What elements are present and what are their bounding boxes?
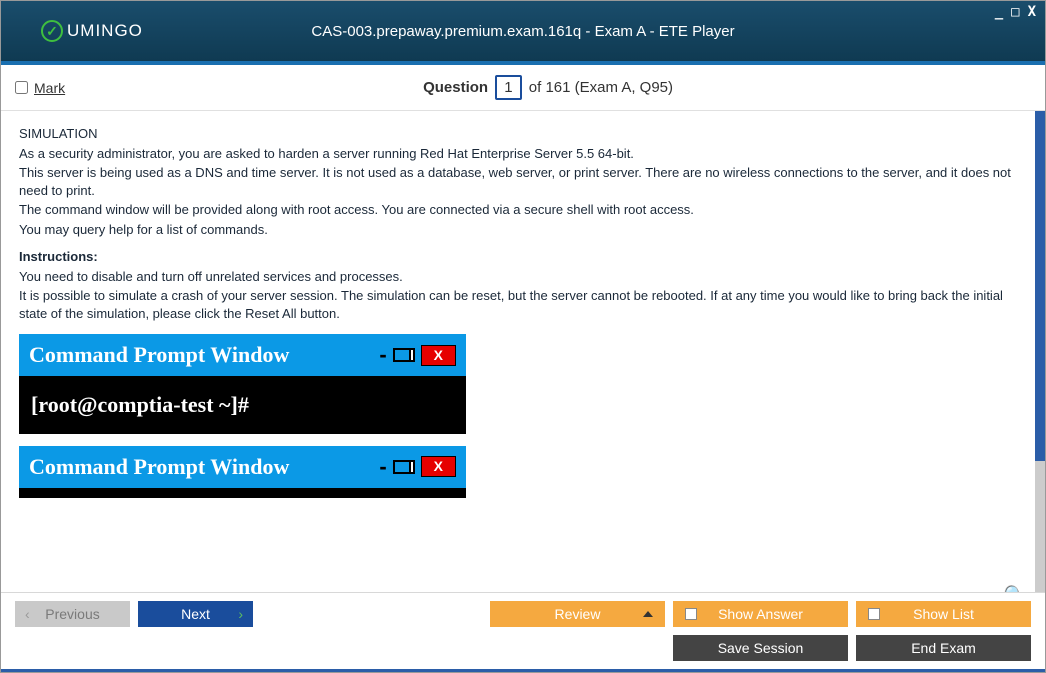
bottom-border <box>1 669 1045 672</box>
button-row-2: Save Session End Exam <box>15 635 1031 661</box>
logo-check-icon: ✓ <box>41 20 63 42</box>
cmd-terminal-body[interactable] <box>19 488 466 498</box>
window-controls: _ □ X <box>992 4 1039 20</box>
cmd-window-title: Command Prompt Window <box>29 452 379 482</box>
review-label: Review <box>555 606 601 622</box>
app-logo: ✓ UMINGO <box>41 20 143 42</box>
cmd-titlebar: Command Prompt Window - X <box>19 446 466 488</box>
previous-button[interactable]: ‹Previous <box>15 601 130 627</box>
maximize-icon[interactable]: □ <box>1008 4 1022 20</box>
button-row-1: ‹Previous Next› Review Show Answer Show … <box>15 601 1031 627</box>
mark-label[interactable]: Mark <box>34 80 65 96</box>
scrollbar-thumb[interactable] <box>1035 111 1045 461</box>
cmd-close-button[interactable]: X <box>421 345 456 366</box>
instructions-label: Instructions: <box>19 248 1017 266</box>
question-label: Question <box>423 79 488 96</box>
app-window: ✓ UMINGO CAS-003.prepaway.premium.exam.1… <box>0 0 1046 673</box>
cmd-minimize-icon[interactable]: - <box>379 340 386 370</box>
scenario-line: As a security administrator, you are ask… <box>19 145 1017 163</box>
question-indicator: Question 1 of 161 (Exam A, Q95) <box>65 75 1031 100</box>
cmd-titlebar: Command Prompt Window - X <box>19 334 466 376</box>
instructions-paragraph: You need to disable and turn off unrelat… <box>19 268 1017 323</box>
cmd-window-title: Command Prompt Window <box>29 340 379 370</box>
zoom-tools: 🔍 🔍+ 🔍- <box>1003 583 1027 592</box>
cmd-minimize-icon[interactable]: - <box>379 452 386 482</box>
content-wrapper: SIMULATION As a security administrator, … <box>1 111 1045 592</box>
next-label: Next <box>181 606 210 622</box>
search-icon[interactable]: 🔍 <box>1003 583 1027 592</box>
question-header: Mark Question 1 of 161 (Exam A, Q95) <box>1 65 1045 111</box>
checkbox-icon <box>868 608 880 620</box>
show-answer-label: Show Answer <box>718 606 803 622</box>
window-title: CAS-003.prepaway.premium.exam.161q - Exa… <box>311 23 734 40</box>
instructions-line: You need to disable and turn off unrelat… <box>19 268 1017 286</box>
cmd-close-button[interactable]: X <box>421 456 456 477</box>
logo-text: UMINGO <box>67 21 143 41</box>
previous-label: Previous <box>45 606 99 622</box>
minimize-icon[interactable]: _ <box>992 4 1006 20</box>
titlebar: ✓ UMINGO CAS-003.prepaway.premium.exam.1… <box>1 1 1045 61</box>
scenario-line: This server is being used as a DNS and t… <box>19 164 1017 199</box>
scenario-line: The command window will be provided alon… <box>19 201 1017 219</box>
command-prompt-window-2: Command Prompt Window - X <box>19 446 466 498</box>
review-button[interactable]: Review <box>490 601 665 627</box>
scenario-line: You may query help for a list of command… <box>19 221 1017 239</box>
next-button[interactable]: Next› <box>138 601 253 627</box>
question-number: 1 <box>495 75 521 100</box>
content-area[interactable]: SIMULATION As a security administrator, … <box>1 111 1035 592</box>
show-answer-button[interactable]: Show Answer <box>673 601 848 627</box>
scrollbar[interactable] <box>1035 111 1045 592</box>
simulation-label: SIMULATION <box>19 125 1017 143</box>
show-list-button[interactable]: Show List <box>856 601 1031 627</box>
end-exam-button[interactable]: End Exam <box>856 635 1031 661</box>
triangle-up-icon <box>643 611 653 617</box>
instructions-line: It is possible to simulate a crash of yo… <box>19 287 1017 322</box>
close-icon[interactable]: X <box>1025 4 1039 20</box>
cmd-restore-icon[interactable] <box>393 460 415 474</box>
cmd-terminal-body[interactable]: [root@comptia-test ~]# <box>19 376 466 434</box>
save-session-button[interactable]: Save Session <box>673 635 848 661</box>
cmd-restore-icon[interactable] <box>393 348 415 362</box>
mark-checkbox[interactable] <box>15 81 28 94</box>
scenario-paragraph: As a security administrator, you are ask… <box>19 145 1017 239</box>
checkbox-icon <box>685 608 697 620</box>
question-total: of 161 (Exam A, Q95) <box>529 79 673 96</box>
command-prompt-window-1: Command Prompt Window - X [root@comptia-… <box>19 334 466 433</box>
show-list-label: Show List <box>913 606 974 622</box>
bottom-toolbar: ‹Previous Next› Review Show Answer Show … <box>1 592 1045 669</box>
cmd-prompt-text: [root@comptia-test ~]# <box>31 392 249 417</box>
